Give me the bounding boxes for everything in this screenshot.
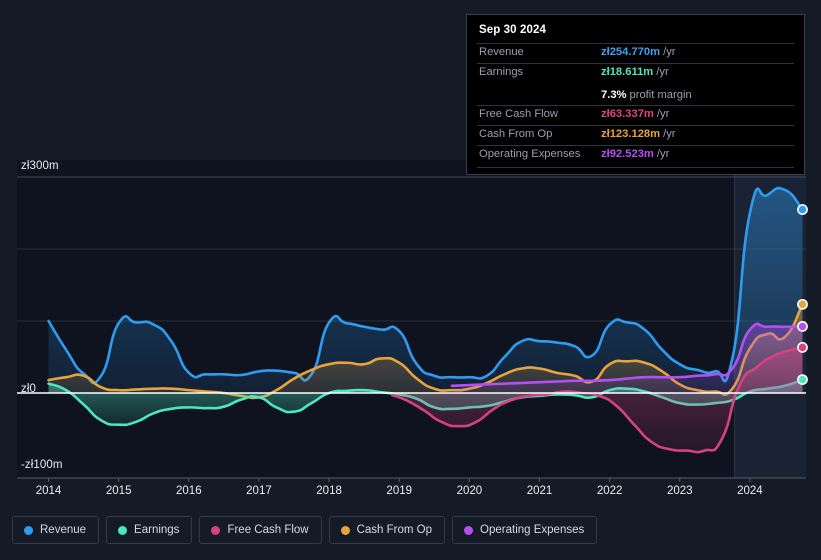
y-axis-label-top: zł300m <box>21 160 59 172</box>
endpoint-marker-free-cash-flow <box>797 341 808 353</box>
legend-swatch-earnings-icon <box>118 525 128 535</box>
tooltip-row-label: Revenue <box>479 46 524 58</box>
endpoint-marker-cash-from-op <box>797 298 808 310</box>
tooltip-row-value: zł92.523m <box>601 148 654 160</box>
tooltip-row-earnings: Earnings zł18.611m/yr <box>477 63 794 83</box>
endpoint-marker-earnings <box>797 374 808 386</box>
x-axis-label-2017: 2017 <box>246 485 272 497</box>
x-axis-label-2014: 2014 <box>35 485 62 497</box>
x-axis-label-2015: 2015 <box>105 485 132 497</box>
tooltip-row-label: Cash From Op <box>479 128 553 140</box>
legend-item-earnings[interactable]: Earnings <box>106 516 193 544</box>
chart-tooltip: Sep 30 2024 Revenue zł254.770m/yr Earnings… <box>466 14 805 175</box>
legend-swatch-free-cash-flow-icon <box>211 525 221 535</box>
tooltip-row-value: zł254.770m <box>601 46 661 58</box>
legend-item-label: Operating Expenses <box>480 524 585 536</box>
tooltip-row-cash-from-op: Cash From Op zł123.128m/yr <box>477 125 794 145</box>
chart-legend[interactable]: Revenue Earnings Free Cash Flow Cash From O… <box>12 516 598 544</box>
y-axis-label-zero: zł0 <box>21 383 37 395</box>
tooltip-row-unit: /yr <box>663 128 676 140</box>
legend-item-cash-from-op[interactable]: Cash From Op <box>328 516 446 544</box>
legend-item-operating-expenses[interactable]: Operating Expenses <box>452 516 598 544</box>
tooltip-row-unit: /yr <box>656 148 670 160</box>
tooltip-row-label: Earnings <box>479 66 524 78</box>
tooltip-bottom-rule <box>477 167 794 168</box>
tooltip-row-unit: /yr <box>656 66 669 78</box>
legend-item-label: Cash From Op <box>356 524 433 536</box>
tooltip-row-revenue: Revenue zł254.770m/yr <box>477 43 794 63</box>
y-axis-label-bottom: -zł100m <box>21 459 63 471</box>
financials-chart-widget: zł300m zł0 -zł100m 2014 2015 2016 2017 2018 2… <box>0 0 821 560</box>
legend-swatch-cash-from-op-icon <box>340 525 350 535</box>
tooltip-row-label: Operating Expenses <box>479 148 581 160</box>
tooltip-row-free-cash-flow: Free Cash Flow zł63.337m/yr <box>477 105 794 125</box>
tooltip-rows: Revenue zł254.770m/yr Earnings zł18.611m/yr… <box>477 43 794 168</box>
tooltip-row-unit: /yr <box>656 108 670 120</box>
legend-item-label: Revenue <box>40 524 87 536</box>
tooltip-profit-margin-text: profit margin <box>629 89 692 101</box>
x-axis-label-2020: 2020 <box>456 485 483 497</box>
legend-swatch-revenue-icon <box>24 525 33 535</box>
tooltip-row-value: zł18.611m <box>601 66 654 78</box>
legend-item-label: Earnings <box>134 524 180 536</box>
legend-item-label: Free Cash Flow <box>227 524 309 536</box>
tooltip-row-unit: /yr <box>663 46 676 58</box>
legend-item-revenue[interactable]: Revenue <box>12 516 100 544</box>
tooltip-row-value: zł63.337m <box>601 108 654 120</box>
tooltip-row-label: Free Cash Flow <box>479 108 558 120</box>
tooltip-row-value: zł123.128m <box>601 128 661 140</box>
tooltip-row-profit-margin: 7.3% profit margin <box>477 83 794 105</box>
endpoint-marker-revenue <box>797 204 808 215</box>
x-axis-label-2023: 2023 <box>666 485 693 497</box>
x-axis-label-2024: 2024 <box>737 485 763 497</box>
x-axis-label-2021: 2021 <box>526 485 553 497</box>
legend-item-free-cash-flow[interactable]: Free Cash Flow <box>199 516 322 544</box>
x-axis-label-2022: 2022 <box>596 485 623 497</box>
tooltip-title: Sep 30 2024 <box>479 24 546 36</box>
x-axis-label-2019: 2019 <box>386 485 413 497</box>
x-axis-label-2018: 2018 <box>316 485 342 497</box>
tooltip-profit-margin-value: 7.3% <box>601 89 627 101</box>
endpoint-marker-operating-expenses <box>797 320 808 332</box>
x-axis-label-2016: 2016 <box>176 485 202 497</box>
legend-swatch-operating-expenses-icon <box>464 525 474 535</box>
tooltip-row-operating-expenses: Operating Expenses zł92.523m/yr <box>477 145 794 165</box>
